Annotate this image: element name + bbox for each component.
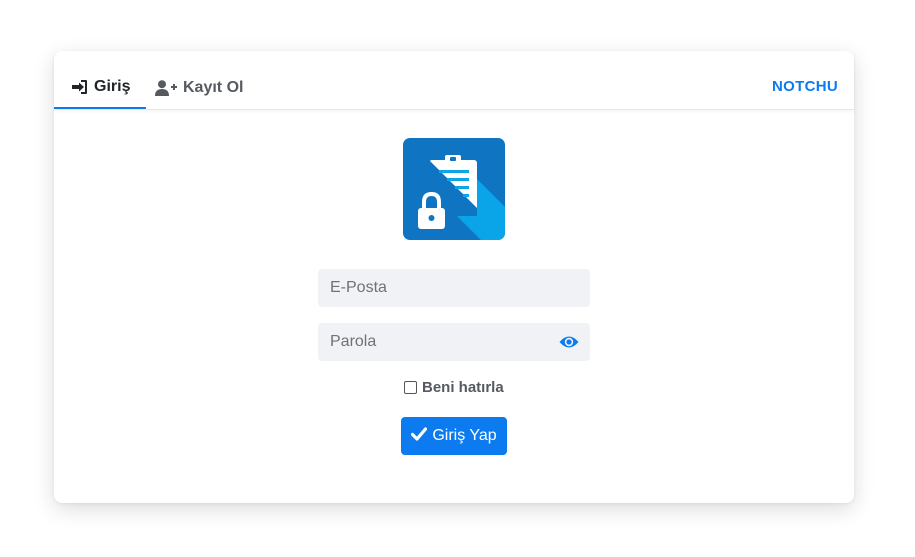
- eye-icon[interactable]: [559, 334, 579, 350]
- password-field[interactable]: [318, 323, 590, 361]
- email-input[interactable]: [318, 269, 590, 307]
- tab-login[interactable]: Giriş: [54, 67, 147, 109]
- clipboard-lock-icon: [403, 138, 505, 240]
- brand-link[interactable]: NOTCHU: [772, 78, 838, 95]
- remember-label: Beni hatırla: [422, 379, 504, 396]
- tab-signup-label: Kayıt Ol: [183, 79, 244, 96]
- remember-me: Beni hatırla: [404, 379, 504, 396]
- tab-bar: Giriş Kayıt Ol NOTCHU: [54, 51, 854, 110]
- user-plus-icon: [155, 80, 177, 96]
- login-submit-button[interactable]: Giriş Yap: [401, 417, 507, 455]
- sign-in-icon: [70, 79, 88, 95]
- password-input[interactable]: [318, 323, 590, 361]
- check-icon: [411, 426, 428, 446]
- tab-login-label: Giriş: [94, 78, 131, 95]
- email-field[interactable]: [318, 269, 590, 307]
- submit-label: Giriş Yap: [432, 427, 497, 444]
- remember-checkbox[interactable]: [404, 381, 417, 394]
- login-card: Giriş Kayıt Ol NOTCHU E-Posta Beni hatır…: [54, 51, 854, 503]
- tab-signup[interactable]: Kayıt Ol: [139, 67, 259, 109]
